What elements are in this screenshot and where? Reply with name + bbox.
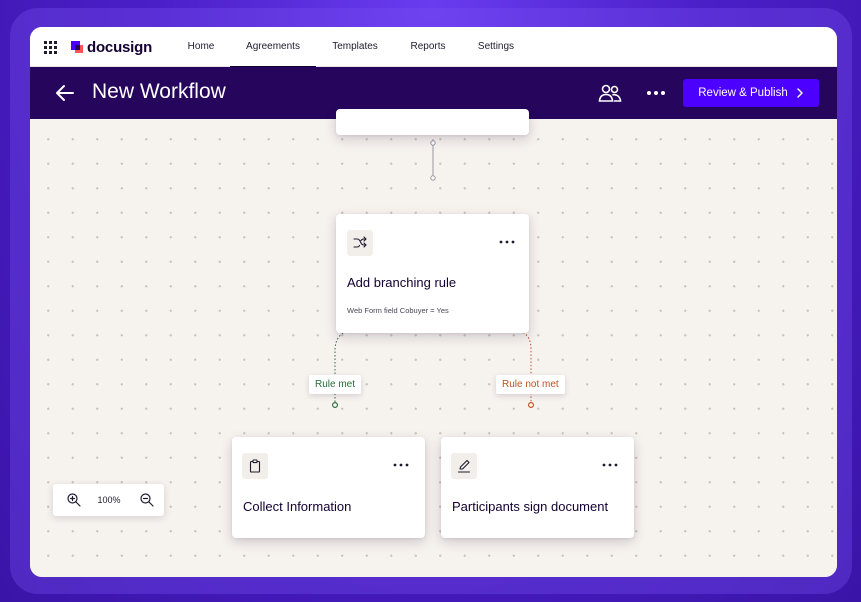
branching-rule-condition: Web Form field Cobuyer = Yes — [347, 306, 449, 315]
step-title: Participants sign document — [452, 499, 609, 514]
zoom-out-icon[interactable] — [139, 492, 155, 508]
clipboard-icon — [249, 459, 261, 473]
nav-tab-reports[interactable]: Reports — [404, 27, 452, 67]
top-nav: docusign Home Agreements Templates Repor… — [30, 27, 837, 68]
back-arrow-icon[interactable] — [54, 82, 76, 104]
participants-icon[interactable] — [598, 82, 622, 104]
card-more-icon[interactable] — [601, 460, 619, 470]
nav-tab-agreements[interactable]: Agreements — [230, 27, 316, 68]
zoom-level: 100% — [97, 495, 121, 505]
app-window: docusign Home Agreements Templates Repor… — [30, 27, 837, 577]
branching-icon — [353, 236, 367, 248]
card-more-icon[interactable] — [498, 237, 516, 247]
docusign-logo[interactable]: docusign — [71, 38, 152, 56]
brand-name: docusign — [87, 38, 153, 56]
zoom-controls: 100% — [53, 484, 164, 516]
more-options-icon[interactable] — [645, 83, 667, 103]
step-title: Collect Information — [243, 499, 352, 514]
rule-not-met-label: Rule not met — [496, 375, 565, 394]
nav-tab-templates[interactable]: Templates — [326, 27, 384, 67]
step-card-collect-information[interactable]: Collect Information — [232, 437, 425, 538]
pen-icon — [457, 459, 471, 473]
rule-met-label: Rule met — [309, 375, 362, 394]
branching-rule-card[interactable]: Add branching rule Web Form field Cobuye… — [336, 214, 529, 333]
zoom-in-icon[interactable] — [66, 492, 82, 508]
branching-icon-box — [347, 230, 373, 256]
branching-rule-title: Add branching rule — [347, 275, 457, 290]
review-publish-button[interactable]: Review & Publish — [683, 79, 819, 107]
card-more-icon[interactable] — [392, 460, 410, 470]
app-launcher-icon[interactable] — [44, 41, 57, 54]
page-title: New Workflow — [92, 80, 226, 103]
step-card-participants-sign[interactable]: Participants sign document — [441, 437, 634, 538]
workflow-canvas[interactable]: Add branching rule Web Form field Cobuye… — [30, 109, 837, 577]
nav-tab-home[interactable]: Home — [180, 27, 222, 67]
pen-icon-box — [451, 453, 477, 479]
review-publish-label: Review & Publish — [698, 87, 788, 99]
chevron-right-icon — [796, 88, 803, 98]
previous-step-card[interactable] — [336, 109, 529, 135]
nav-tab-settings[interactable]: Settings — [470, 27, 522, 67]
docusign-logo-mark-icon — [71, 41, 83, 53]
clipboard-icon-box — [242, 453, 268, 479]
